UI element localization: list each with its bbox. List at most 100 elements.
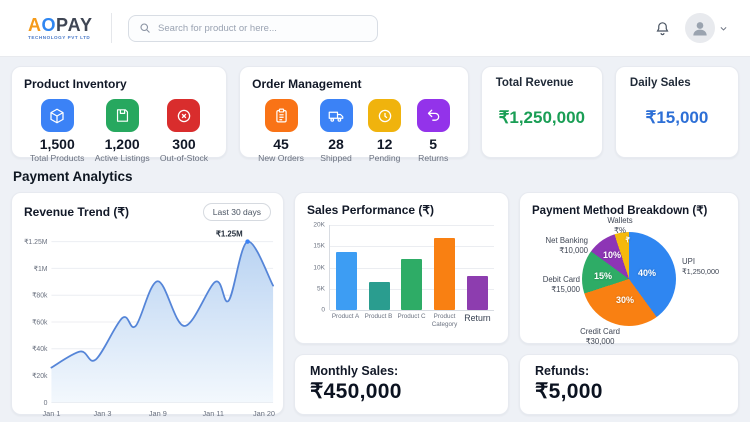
- daily-sales-title: Daily Sales: [630, 77, 724, 89]
- stat-label: Active Listings: [95, 153, 150, 163]
- stat-total-products: 1,500 Total Products: [30, 99, 84, 163]
- top-header: AOPAY TECHNOLOGY PVT LTD: [0, 0, 750, 57]
- bar-y-axis: 20K 15K 10K 5K 0: [307, 225, 329, 310]
- bar-product-category[interactable]: [434, 238, 455, 310]
- logo-pay-text: PAY: [56, 15, 93, 35]
- header-actions: [654, 13, 728, 43]
- kpi-row: Product Inventory 1,500 Total Products 1…: [11, 66, 739, 158]
- sales-performance-card: Sales Performance (₹) 20K 15K 10K 5K 0: [294, 192, 509, 344]
- revenue-trend-title: Revenue Trend (₹): [24, 205, 129, 219]
- clock-icon: [368, 99, 401, 132]
- pie-pct-upi: 40%: [638, 268, 656, 278]
- stat-active-listings: 1,200 Active Listings: [95, 99, 150, 163]
- monthly-sales-card: Monthly Sales: ₹450,000: [294, 354, 509, 415]
- avatar: [685, 13, 715, 43]
- monthly-sales-title: Monthly Sales:: [310, 364, 493, 378]
- inventory-stats: 1,500 Total Products 1,200 Active Listin…: [24, 99, 214, 163]
- search-box[interactable]: [128, 15, 378, 42]
- stat-label: Pending: [369, 153, 401, 163]
- order-management-card: Order Management 45 New Orders 28 Shippe…: [239, 66, 469, 158]
- stat-value: 12: [377, 137, 393, 152]
- package-icon: [41, 99, 74, 132]
- search-icon: [139, 22, 151, 34]
- y-tick: 15K: [313, 243, 325, 250]
- x-tick: Return: [461, 313, 494, 328]
- sales-performance-title: Sales Performance (₹): [307, 203, 496, 217]
- search-input[interactable]: [158, 23, 367, 34]
- last-30-days-button[interactable]: Last 30 days: [203, 203, 271, 221]
- stat-out-of-stock: 300 Out-of-Stock: [160, 99, 208, 163]
- y-tick: ₹80k: [32, 292, 48, 300]
- pie-label-net-banking: Net Banking ₹10,000: [532, 236, 588, 255]
- total-revenue-value: ₹1,250,000: [496, 108, 588, 128]
- pie-label-credit-card: Credit Card ₹30,000: [560, 327, 640, 346]
- bar-product-b[interactable]: [369, 282, 390, 310]
- stat-value: 1,200: [105, 137, 140, 152]
- refunds-card: Refunds: ₹5,000: [519, 354, 739, 415]
- payment-breakdown-title: Payment Method Breakdown (₹): [532, 203, 726, 217]
- analytics-row: Revenue Trend (₹) Last 30 days: [11, 192, 739, 415]
- stat-returns: 5 Returns: [417, 99, 450, 163]
- stat-pending: 12 Pending: [368, 99, 401, 163]
- clipboard-icon: [265, 99, 298, 132]
- save-icon: [106, 99, 139, 132]
- circle-x-icon: [167, 99, 200, 132]
- x-tick: Product Category: [428, 313, 461, 328]
- dashboard-main: Product Inventory 1,500 Total Products 1…: [0, 57, 750, 415]
- logo-subtext: TECHNOLOGY PVT LTD: [28, 36, 93, 41]
- y-tick: 0: [321, 307, 325, 314]
- stat-shipped: 28 Shipped: [320, 99, 353, 163]
- daily-sales-card: Daily Sales ₹15,000: [615, 66, 739, 158]
- pie-pct-credit: 30%: [616, 295, 634, 305]
- pie-label-upi: UPI ₹1,250,000: [682, 257, 732, 276]
- payment-breakdown-card: Payment Method Breakdown (₹) 40% 30% 15%…: [519, 192, 739, 344]
- x-tick: Product B: [362, 313, 395, 328]
- sales-performance-chart: 20K 15K 10K 5K 0: [307, 225, 496, 310]
- pie-pct-debit: 15%: [594, 271, 612, 281]
- right-column: Payment Method Breakdown (₹) 40% 30% 15%…: [519, 192, 739, 415]
- truck-icon: [320, 99, 353, 132]
- y-tick: 0: [44, 400, 48, 407]
- chevron-down-icon: [719, 24, 728, 33]
- bar-plot-area: [329, 225, 494, 310]
- bar-product-c[interactable]: [401, 259, 422, 310]
- pie-label-wallets: Wallets ₹%: [590, 216, 650, 235]
- stat-label: New Orders: [258, 153, 304, 163]
- y-tick: ₹1M: [34, 265, 48, 273]
- user-menu[interactable]: [685, 13, 728, 43]
- stat-value: 28: [328, 137, 344, 152]
- total-revenue-card: Total Revenue ₹1,250,000: [481, 66, 603, 158]
- y-tick: ₹20k: [32, 372, 48, 380]
- trend-peak-dot: [245, 239, 250, 244]
- payment-breakdown-chart: 40% 30% 15% 10% ₹ Wallets ₹% Net Banking…: [532, 219, 728, 345]
- logo-letter-a: A: [28, 15, 42, 35]
- y-tick: 10K: [313, 264, 325, 271]
- bar-return[interactable]: [467, 276, 488, 310]
- stat-label: Out-of-Stock: [160, 153, 208, 163]
- bar-product-a[interactable]: [336, 252, 357, 310]
- stat-label: Total Products: [30, 153, 84, 163]
- bell-icon[interactable]: [654, 20, 671, 37]
- stat-value: 300: [172, 137, 195, 152]
- daily-sales-value: ₹15,000: [630, 108, 724, 128]
- stat-value: 5: [429, 137, 437, 152]
- header-divider: [111, 13, 112, 43]
- return-icon: [417, 99, 450, 132]
- y-tick: ₹60k: [32, 318, 48, 326]
- stat-new-orders: 45 New Orders: [258, 99, 304, 163]
- x-tick: Jan 3: [93, 409, 111, 418]
- stat-label: Shipped: [320, 153, 352, 163]
- pie-label-debit-card: Debit Card ₹15,000: [532, 275, 580, 294]
- y-tick: ₹1.25M: [24, 238, 48, 246]
- refunds-value: ₹5,000: [535, 379, 723, 404]
- app-logo[interactable]: AOPAY TECHNOLOGY PVT LTD: [28, 16, 93, 41]
- y-tick: 5K: [317, 285, 325, 292]
- x-tick: Jan 20: [253, 409, 275, 418]
- trend-annotation: ₹1.25M: [216, 230, 243, 239]
- stat-value: 1,500: [40, 137, 75, 152]
- revenue-trend-card: Revenue Trend (₹) Last 30 days: [11, 192, 284, 415]
- logo-wordmark: AOPAY: [28, 16, 93, 34]
- middle-column: Sales Performance (₹) 20K 15K 10K 5K 0: [294, 192, 509, 415]
- x-tick: Product A: [329, 313, 362, 328]
- x-tick: Product C: [395, 313, 428, 328]
